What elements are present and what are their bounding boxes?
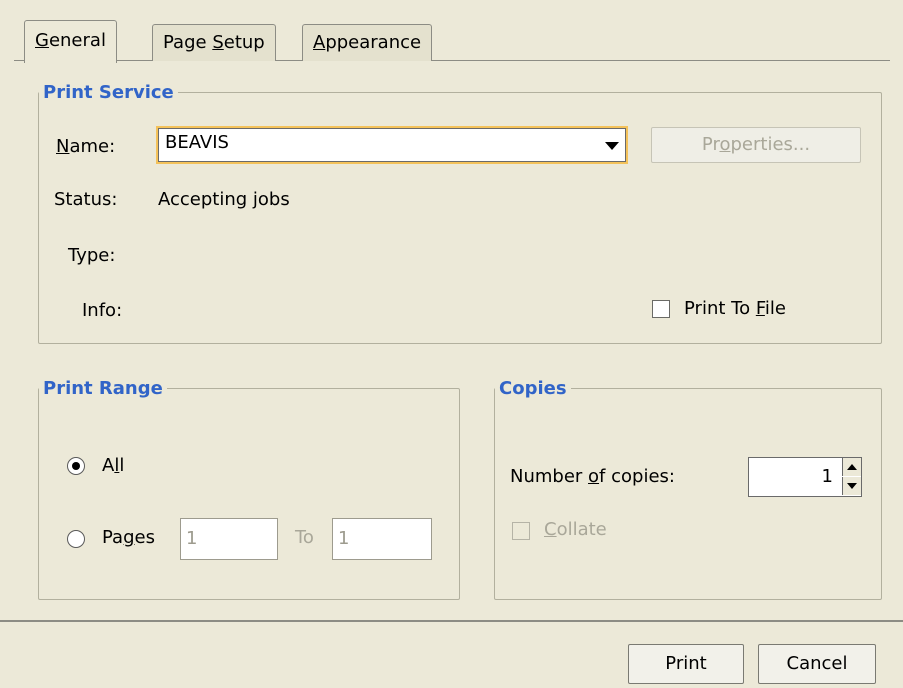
collate-checkbox[interactable] — [512, 522, 530, 540]
print-to-file-checkbox[interactable] — [652, 300, 670, 318]
tab-appearance-mnemonic: A — [313, 32, 326, 53]
printer-name-combobox[interactable]: BEAVIS — [158, 128, 626, 162]
print-to-file-mnemonic: F — [755, 298, 765, 319]
pages-radio-mnemonic: g — [123, 527, 135, 548]
separator — [0, 620, 903, 622]
all-radio[interactable] — [67, 457, 85, 475]
tab-appearance-rest: ppearance — [325, 32, 422, 53]
all-radio-pre: A — [102, 455, 115, 476]
collate-rest: ollate — [556, 519, 607, 540]
name-label: Name: — [56, 136, 115, 157]
name-label-rest: ame: — [69, 136, 116, 157]
spinner-up-button[interactable] — [842, 458, 861, 476]
printer-name-value: BEAVIS — [165, 132, 229, 153]
number-of-copies-mnemonic: o — [588, 466, 600, 487]
all-radio-rest: l — [119, 455, 125, 476]
properties-button-mnemonic: o — [719, 134, 731, 155]
number-of-copies-rest: f copies: — [599, 466, 675, 487]
tab-page-setup-rest: etup — [223, 32, 265, 53]
number-of-copies-pre: Number — [510, 466, 589, 487]
properties-button-pre: Pr — [701, 134, 720, 155]
chevron-down-icon[interactable] — [605, 142, 619, 150]
all-radio-label[interactable]: All — [102, 455, 124, 476]
status-value: Accepting jobs — [158, 189, 290, 210]
status-label: Status: — [54, 189, 118, 210]
tab-page-setup[interactable]: Page Setup — [152, 24, 276, 61]
pages-radio[interactable] — [67, 530, 85, 548]
pages-radio-pre: Pa — [102, 527, 124, 548]
arrow-up-icon — [847, 464, 857, 470]
spinner-down-button[interactable] — [842, 477, 861, 495]
copies-spinner[interactable]: 1 — [748, 457, 862, 497]
print-button[interactable]: Print — [628, 644, 744, 684]
properties-button-rest: perties... — [730, 134, 811, 155]
print-range-legend: Print Range — [43, 378, 163, 399]
type-label: Type: — [68, 245, 116, 266]
print-range-group: Print Range — [38, 378, 460, 600]
print-to-file-rest: ile — [764, 298, 786, 319]
copies-legend: Copies — [499, 378, 567, 399]
pages-radio-label[interactable]: Pages — [102, 527, 155, 548]
print-to-file-pre: Print To — [684, 298, 756, 319]
arrow-down-icon — [847, 483, 857, 489]
print-to-file-label[interactable]: Print To File — [684, 298, 786, 319]
tab-page-setup-pre: Page — [163, 32, 213, 53]
properties-button[interactable]: Properties... — [651, 127, 861, 163]
tab-general[interactable]: General — [24, 20, 117, 63]
tab-general-mnemonic: G — [35, 30, 49, 51]
pages-to-field[interactable]: 1 — [332, 518, 432, 560]
cancel-button[interactable]: Cancel — [758, 644, 876, 684]
tab-appearance[interactable]: Appearance — [302, 24, 433, 61]
pages-radio-rest: es — [134, 527, 155, 548]
tab-general-rest: eneral — [48, 30, 106, 51]
tab-page-setup-mnemonic: S — [212, 32, 224, 53]
pages-to-label: To — [295, 527, 314, 548]
number-of-copies-label: Number of copies: — [510, 466, 675, 487]
info-label: Info: — [82, 300, 123, 321]
name-label-mnemonic: N — [56, 136, 70, 157]
collate-label[interactable]: Collate — [544, 519, 607, 540]
copies-value[interactable]: 1 — [822, 466, 833, 487]
pages-from-field[interactable]: 1 — [180, 518, 278, 560]
collate-mnemonic: C — [544, 519, 557, 540]
tab-strip: General Page Setup Appearance — [14, 20, 884, 63]
radio-selected-dot — [72, 462, 80, 470]
print-service-legend: Print Service — [43, 82, 174, 103]
